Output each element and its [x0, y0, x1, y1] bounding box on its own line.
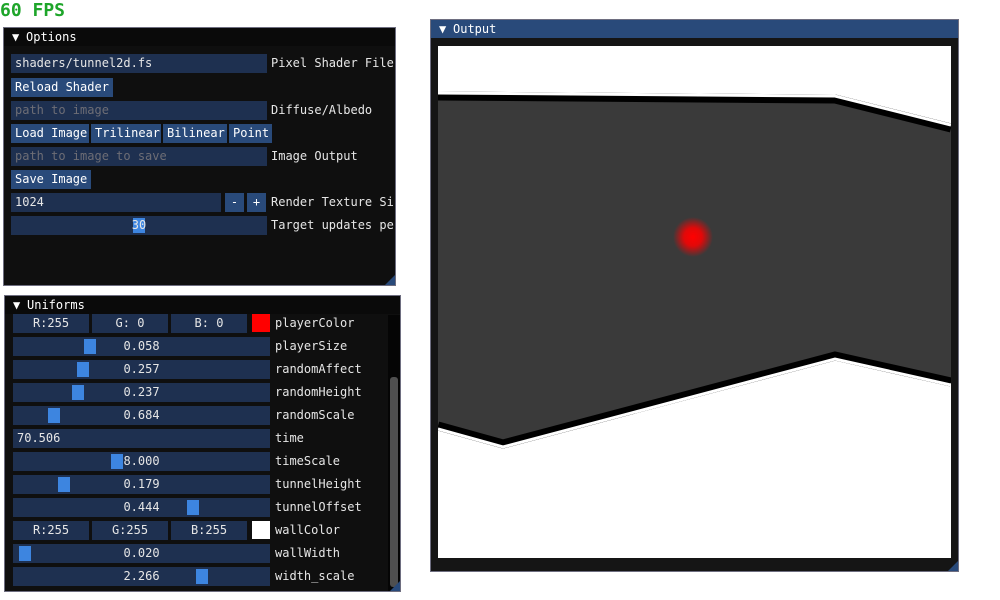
target-updates-label: Target updates per second [271, 218, 395, 232]
render-size-input[interactable]: 1024 [11, 193, 221, 212]
slider-grab[interactable] [77, 362, 89, 377]
resize-grip[interactable] [385, 275, 395, 285]
slider-value: 0.020 [123, 546, 160, 560]
collapse-arrow-icon[interactable]: ▼ [439, 20, 453, 38]
wall-color-b-field[interactable]: B:255 [171, 521, 247, 540]
diffuse-label: Diffuse/Albedo [271, 103, 373, 117]
player-color-label: playerColor [275, 316, 355, 330]
fps-counter: 60 FPS [0, 0, 66, 21]
slider-grab[interactable] [84, 339, 96, 354]
output-title: Output [453, 22, 497, 36]
slider-value: 30 [131, 218, 147, 232]
uniform-slider-randomHeight[interactable]: 0.237 [13, 383, 270, 402]
slider-value: 2.266 [123, 569, 160, 583]
uniforms-scrollbar[interactable] [388, 315, 400, 591]
trilinear-button[interactable]: Trilinear [91, 124, 161, 143]
uniforms-title: Uniforms [27, 298, 85, 312]
shader-file-input[interactable]: shaders/tunnel2d.fs [11, 54, 267, 73]
uniform-slider-timeScale[interactable]: 8.000 [13, 452, 270, 471]
resize-grip[interactable] [948, 561, 958, 571]
player-color-swatch[interactable] [252, 314, 270, 332]
uniform-slider-playerSize[interactable]: 0.058 [13, 337, 270, 356]
uniforms-titlebar[interactable]: ▼ Uniforms [5, 296, 400, 314]
save-image-button[interactable]: Save Image [11, 170, 92, 189]
slider-grab[interactable] [196, 569, 208, 584]
reload-shader-button[interactable]: Reload Shader [11, 78, 113, 97]
bilinear-button[interactable]: Bilinear [163, 124, 227, 143]
slider-grab[interactable] [111, 454, 123, 469]
wall-color-g-field[interactable]: G:255 [92, 521, 168, 540]
player-color-r-field[interactable]: R:255 [13, 314, 89, 333]
uniform-label-width_scale: width_scale [275, 569, 355, 583]
uniform-label-tunnelHeight: tunnelHeight [275, 477, 362, 491]
slider-grab[interactable] [187, 500, 199, 515]
shader-file-label: Pixel Shader File [271, 56, 394, 70]
slider-value: 0.237 [123, 385, 160, 399]
slider-grab[interactable] [58, 477, 70, 492]
uniform-label-timeScale: timeScale [275, 454, 341, 468]
render-size-label: Render Texture Size [271, 195, 395, 209]
tunnel-render [436, 91, 953, 449]
image-output-input[interactable]: path to image to save [11, 147, 267, 166]
slider-value: 0.179 [123, 477, 160, 491]
slider-value: 0.058 [123, 339, 160, 353]
uniform-slider-width_scale[interactable]: 2.266 [13, 567, 270, 586]
diffuse-path-input[interactable]: path to image [11, 101, 267, 120]
options-title: Options [26, 30, 77, 44]
slider-value: 0.684 [123, 408, 160, 422]
target-updates-slider[interactable]: 30 [11, 216, 267, 235]
options-titlebar[interactable]: ▼ Options [4, 28, 395, 46]
uniform-slider-randomAffect[interactable]: 0.257 [13, 360, 270, 379]
uniform-slider-randomScale[interactable]: 0.684 [13, 406, 270, 425]
options-window: ▼ Options shaders/tunnel2d.fs Pixel Shade… [3, 27, 396, 286]
uniform-label-randomHeight: randomHeight [275, 385, 362, 399]
wall-color-label: wallColor [275, 523, 341, 537]
output-titlebar[interactable]: ▼ Output [431, 20, 958, 38]
output-window: ▼ Output [430, 19, 959, 572]
player-color-g-field[interactable]: G: 0 [92, 314, 168, 333]
slider-value: 8.000 [123, 454, 160, 468]
slider-grab[interactable] [48, 408, 60, 423]
resize-grip[interactable] [390, 581, 400, 591]
uniform-slider-tunnelHeight[interactable]: 0.179 [13, 475, 270, 494]
collapse-arrow-icon[interactable]: ▼ [12, 28, 26, 46]
render-size-minus-button[interactable]: - [225, 193, 244, 212]
player-dot [673, 217, 713, 257]
point-button[interactable]: Point [229, 124, 272, 143]
uniform-label-wallWidth: wallWidth [275, 546, 341, 560]
slider-grab[interactable] [19, 546, 31, 561]
uniform-slider-wallWidth[interactable]: 0.020 [13, 544, 270, 563]
player-color-b-field[interactable]: B: 0 [171, 314, 247, 333]
image-output-label: Image Output [271, 149, 358, 163]
uniforms-scroll-thumb[interactable] [390, 377, 398, 587]
load-image-button[interactable]: Load Image [11, 124, 89, 143]
uniform-label-playerSize: playerSize [275, 339, 348, 353]
uniform-label-tunnelOffset: tunnelOffset [275, 500, 362, 514]
shader-output-image [436, 46, 953, 558]
uniform-label-randomScale: randomScale [275, 408, 355, 422]
wall-color-swatch[interactable] [252, 521, 270, 539]
time-input[interactable]: 70.506 [13, 429, 270, 448]
uniforms-window: ▼ Uniforms R:255 G: 0 B: 0 playerColor 70… [4, 295, 401, 592]
uniform-label-randomAffect: randomAffect [275, 362, 362, 376]
wall-color-r-field[interactable]: R:255 [13, 521, 89, 540]
slider-value: 0.444 [123, 500, 160, 514]
slider-grab[interactable] [72, 385, 84, 400]
slider-value: 0.257 [123, 362, 160, 376]
render-size-plus-button[interactable]: + [247, 193, 266, 212]
uniform-slider-tunnelOffset[interactable]: 0.444 [13, 498, 270, 517]
collapse-arrow-icon[interactable]: ▼ [13, 296, 27, 314]
time-label: time [275, 431, 304, 445]
